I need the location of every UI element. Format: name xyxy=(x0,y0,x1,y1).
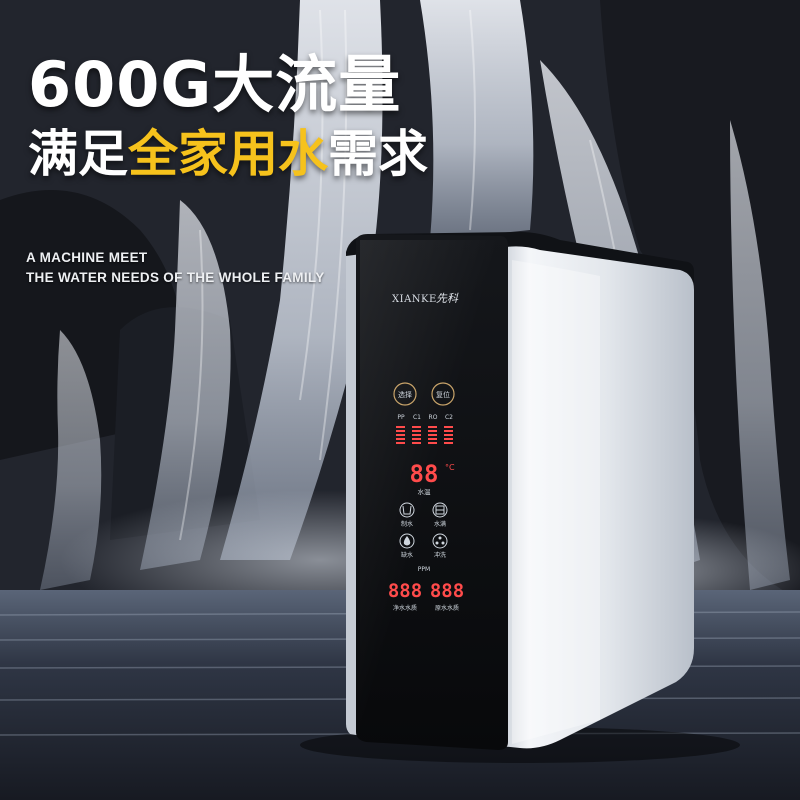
function-label-make-water: 制水 xyxy=(401,520,413,528)
temperature-unit: °C xyxy=(445,463,455,472)
temperature-value: 88 xyxy=(410,460,439,488)
function-label-flush: 冲洗 xyxy=(434,551,446,559)
filter-label-ro: RO xyxy=(429,414,438,421)
svg-text:复位: 复位 xyxy=(436,390,450,399)
svg-text:选择: 选择 xyxy=(398,390,412,399)
function-label-low-water: 缺水 xyxy=(401,551,413,559)
ppm-label: PPM xyxy=(418,566,430,573)
brand-latin: XIANKE xyxy=(392,294,437,305)
filter-label-c1: C1 xyxy=(413,414,421,421)
tds-pure-value: 888 xyxy=(388,580,422,602)
brand-cn: 先科 xyxy=(436,292,459,305)
filter-label-pp: PP xyxy=(397,414,405,421)
product-banner: 600G大流量 满足全家用水需求 A MACHINE MEET THE WATE… xyxy=(0,0,800,800)
water-purifier-product: XIANKE 先科 选择 复位 PP C1 RO C2 88 °C 水温 制水 … xyxy=(300,232,740,763)
temperature-label: 水温 xyxy=(418,487,432,496)
function-label-tank-full: 水满 xyxy=(434,520,446,528)
tds-pure-label: 净水水质 xyxy=(393,604,417,612)
tds-raw-value: 888 xyxy=(430,580,464,602)
filter-label-c2: C2 xyxy=(445,414,453,421)
tds-raw-label: 原水水质 xyxy=(435,604,459,612)
